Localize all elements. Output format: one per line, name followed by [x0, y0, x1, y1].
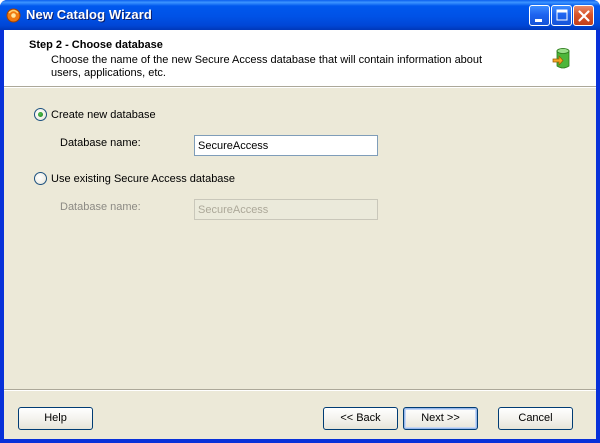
database-arrow-icon	[552, 48, 570, 69]
close-icon	[578, 10, 590, 22]
step-description: Choose the name of the new Secure Access…	[51, 54, 483, 79]
create-new-radio[interactable]	[34, 108, 47, 121]
dialog-client-area: Step 2 - Choose database Choose the name…	[4, 30, 596, 439]
maximize-icon	[556, 9, 568, 21]
wizard-header: Step 2 - Choose database Choose the name…	[4, 30, 596, 87]
database-name-input[interactable]	[194, 135, 378, 156]
button-bar-divider-highlight	[4, 390, 596, 391]
database-name-label: Database name:	[60, 137, 141, 149]
use-existing-radio[interactable]	[34, 172, 47, 185]
close-button[interactable]	[573, 5, 594, 26]
existing-database-name-input	[194, 199, 378, 220]
next-button[interactable]: Next >>	[403, 407, 478, 430]
existing-database-name-label: Database name:	[60, 201, 141, 213]
wizard-window: New Catalog Wizard Step 2 - Choose datab…	[0, 0, 600, 443]
create-new-label[interactable]: Create new database	[51, 109, 156, 121]
title-bar[interactable]: New Catalog Wizard	[0, 0, 600, 30]
radio-selected-dot	[38, 112, 43, 117]
window-title: New Catalog Wizard	[26, 7, 152, 22]
maximize-button[interactable]	[551, 5, 572, 26]
minimize-button[interactable]	[529, 5, 550, 26]
header-divider	[4, 87, 596, 88]
app-icon	[6, 8, 21, 23]
help-button[interactable]: Help	[18, 407, 93, 430]
cancel-button[interactable]: Cancel	[498, 407, 573, 430]
use-existing-label[interactable]: Use existing Secure Access database	[51, 173, 235, 185]
step-title: Step 2 - Choose database	[29, 39, 163, 51]
back-button[interactable]: << Back	[323, 407, 398, 430]
minimize-icon	[535, 19, 542, 22]
